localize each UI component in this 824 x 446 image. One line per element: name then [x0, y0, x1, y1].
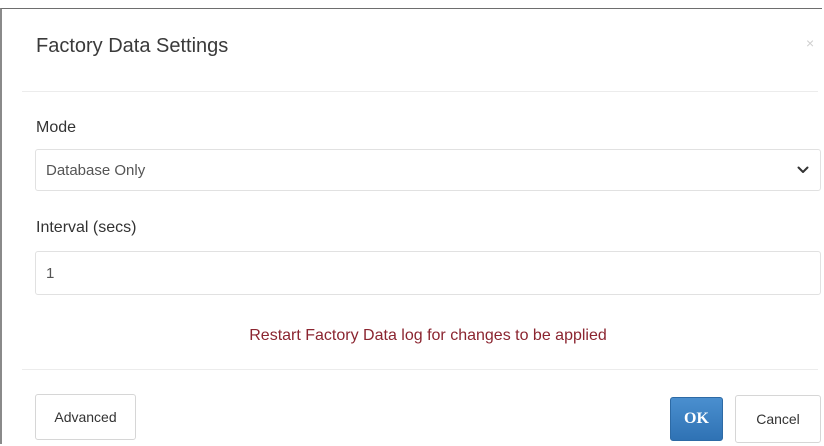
advanced-button[interactable]: Advanced: [35, 394, 136, 440]
factory-data-settings-dialog: Factory Data Settings × Mode Database On…: [0, 8, 822, 444]
restart-notice: Restart Factory Data log for changes to …: [249, 327, 607, 344]
mode-selected-value: Database Only: [46, 162, 146, 179]
mode-select[interactable]: Database Only: [35, 149, 821, 191]
header-divider: [22, 91, 818, 92]
chevron-down-icon: [797, 166, 809, 173]
footer-divider: [22, 369, 818, 370]
mode-label: Mode: [36, 119, 77, 136]
dialog-title: Factory Data Settings: [36, 35, 229, 57]
interval-label: Interval (secs): [36, 219, 137, 236]
ok-button[interactable]: OK: [670, 397, 723, 441]
dialog-header: Factory Data Settings ×: [2, 9, 822, 91]
interval-input[interactable]: [35, 251, 821, 295]
close-icon[interactable]: ×: [806, 36, 814, 50]
cancel-button[interactable]: Cancel: [735, 395, 821, 443]
